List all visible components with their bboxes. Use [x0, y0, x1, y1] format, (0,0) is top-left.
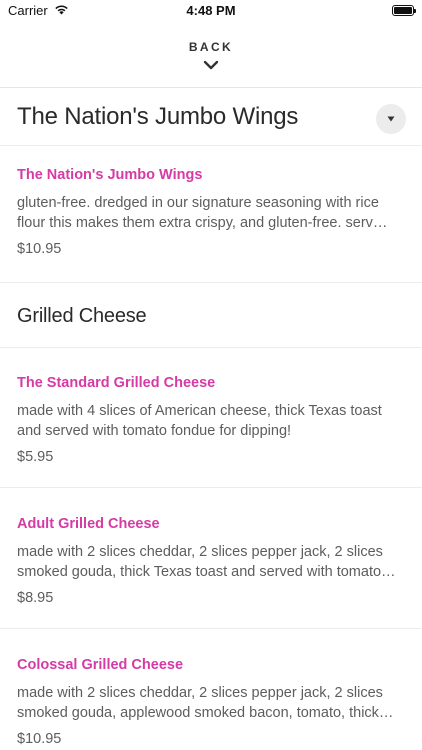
menu-item-description: made with 2 slices cheddar, 2 slices pep…: [17, 683, 405, 723]
menu-item-description-line: and served with tomato fondue for dippin…: [17, 423, 292, 439]
menu-item-description-line: smoked gouda, applewood smoked bacon, to…: [17, 705, 394, 721]
menu-item-description: gluten-free. dredged in our signature se…: [17, 193, 405, 233]
menu-item[interactable]: Adult Grilled Cheese made with 2 slices …: [0, 488, 422, 629]
battery-icon: [392, 5, 416, 16]
menu-item-price: $10.95: [17, 241, 62, 257]
caret-down-icon: [387, 116, 395, 122]
menu-item-description: made with 4 slices of American cheese, t…: [17, 401, 405, 441]
menu-item[interactable]: The Standard Grilled Cheese made with 4 …: [0, 348, 422, 488]
menu-item-price: $10.95: [17, 731, 62, 747]
category-header: The Nation's Jumbo Wings: [0, 88, 422, 146]
menu-item-description-line: gluten-free. dredged in our signature se…: [17, 195, 379, 211]
menu-item-name: The Nation's Jumbo Wings: [17, 167, 203, 183]
menu-item-description-line: flour this makes them extra crispy, and …: [17, 215, 388, 231]
menu-item-name: The Standard Grilled Cheese: [17, 375, 216, 391]
menu-item[interactable]: The Nation's Jumbo Wings gluten-free. dr…: [0, 146, 422, 283]
back-button[interactable]: BACK: [0, 40, 422, 54]
category-title: The Nation's Jumbo Wings: [17, 103, 299, 130]
chevron-down-icon[interactable]: [203, 60, 219, 70]
menu-item[interactable]: Colossal Grilled Cheese made with 2 slic…: [0, 629, 422, 750]
status-bar: Carrier 4:48 PM: [0, 0, 422, 24]
clock: 4:48 PM: [186, 3, 236, 18]
menu-item-description-line: made with 4 slices of American cheese, t…: [17, 403, 382, 419]
menu-item-description: made with 2 slices cheddar, 2 slices pep…: [17, 542, 405, 582]
back-header: BACK: [0, 24, 422, 88]
battery-fill: [394, 7, 412, 14]
menu-item-price: $5.95: [17, 449, 54, 465]
menu-item-description-line: smoked gouda, thick Texas toast and serv…: [17, 564, 396, 580]
section-title: Grilled Cheese: [17, 305, 147, 327]
menu-screen: Carrier 4:48 PM BACK The Nation's Jumbo …: [0, 0, 422, 750]
menu-content: The Nation's Jumbo Wings The Nation's Ju…: [0, 88, 422, 750]
menu-item-description-line: made with 2 slices cheddar, 2 slices pep…: [17, 544, 383, 560]
menu-item-price: $8.95: [17, 590, 54, 606]
category-dropdown-button[interactable]: [376, 104, 406, 134]
section-header: Grilled Cheese: [0, 283, 422, 348]
menu-item-name: Adult Grilled Cheese: [17, 516, 160, 532]
menu-item-description-line: made with 2 slices cheddar, 2 slices pep…: [17, 685, 383, 701]
menu-item-name: Colossal Grilled Cheese: [17, 657, 184, 673]
